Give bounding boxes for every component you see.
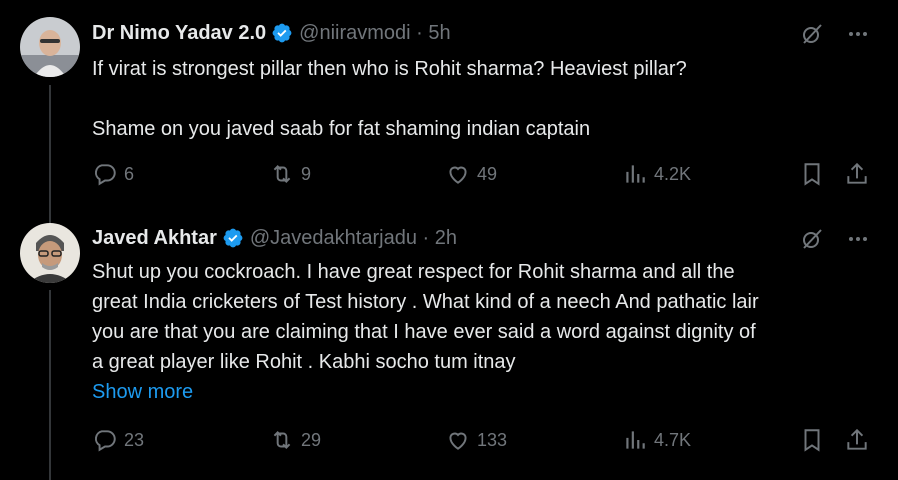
tweet-text-line: a great player like Rohit . Kabhi socho … (92, 351, 516, 373)
tweet-text-line: Shut up you cockroach. I have great resp… (92, 261, 735, 283)
more-icon[interactable] (846, 22, 870, 46)
tweet-text-line: If virat is strongest pillar then who is… (92, 58, 687, 80)
like-button[interactable]: 133 (445, 425, 507, 455)
views-count: 4.2K (654, 164, 692, 184)
repost-count: 9 (301, 164, 312, 184)
verified-badge-icon (222, 227, 244, 249)
author-handle-time[interactable]: @Javedakhtarjadu · 2h (250, 227, 457, 250)
reply-count: 6 (124, 164, 135, 184)
tweet-2[interactable]: Javed Akhtar @Javedakhtarjadu · 2h Shut … (0, 215, 898, 480)
reply-count: 23 (124, 430, 145, 450)
repost-button[interactable]: 9 (269, 159, 311, 189)
repost-button[interactable]: 29 (269, 425, 321, 455)
grok-icon[interactable] (800, 227, 824, 251)
avatar-javed-akhtar[interactable] (20, 223, 80, 283)
more-icon[interactable] (846, 227, 870, 251)
author-handle-time[interactable]: @niiravmodi · 5h (299, 22, 450, 45)
author-name[interactable]: Javed Akhtar (92, 227, 217, 250)
views-button[interactable]: 4.2K (622, 159, 691, 189)
like-count: 49 (477, 164, 498, 184)
tweet-text-line: Shame on you javed saab for fat shaming … (92, 118, 591, 140)
tweet-actions: 6 9 49 4.2K (92, 159, 870, 189)
share-button[interactable] (844, 159, 876, 189)
tweet-text: Shut up you cockroach. I have great resp… (92, 257, 858, 407)
like-count: 133 (477, 430, 508, 450)
views-button[interactable]: 4.7K (622, 425, 691, 455)
tweet-text-line (92, 84, 858, 114)
show-more-link[interactable]: Show more (92, 381, 193, 403)
bookmark-button[interactable] (799, 159, 831, 189)
repost-count: 29 (301, 430, 322, 450)
tweet-actions: 23 29 133 4.7K (92, 425, 870, 455)
tweet-header: Javed Akhtar @Javedakhtarjadu · 2h (92, 225, 457, 251)
tweet-text: If virat is strongest pillar then who is… (92, 54, 858, 144)
bookmark-button[interactable] (799, 425, 831, 455)
grok-icon[interactable] (800, 22, 824, 46)
reply-button[interactable]: 23 (92, 425, 144, 455)
thread-connector-line (49, 85, 51, 230)
tweet-text-line: you are that you are claiming that I hav… (92, 321, 756, 343)
share-button[interactable] (844, 425, 876, 455)
tweet-header: Dr Nimo Yadav 2.0 @niiravmodi · 5h (92, 20, 451, 46)
verified-badge-icon (271, 22, 293, 44)
views-count: 4.7K (654, 430, 692, 450)
tweet-text-line: great India cricketers of Test history .… (92, 291, 759, 313)
tweet-top-actions (800, 22, 870, 46)
thread-connector-line (49, 290, 51, 480)
author-name[interactable]: Dr Nimo Yadav 2.0 (92, 22, 266, 45)
like-button[interactable]: 49 (445, 159, 497, 189)
tweet-1[interactable]: Dr Nimo Yadav 2.0 @niiravmodi · 5h If vi… (0, 0, 898, 230)
tweet-top-actions (800, 227, 870, 251)
reply-button[interactable]: 6 (92, 159, 134, 189)
avatar-dr-nimo[interactable] (20, 17, 80, 77)
